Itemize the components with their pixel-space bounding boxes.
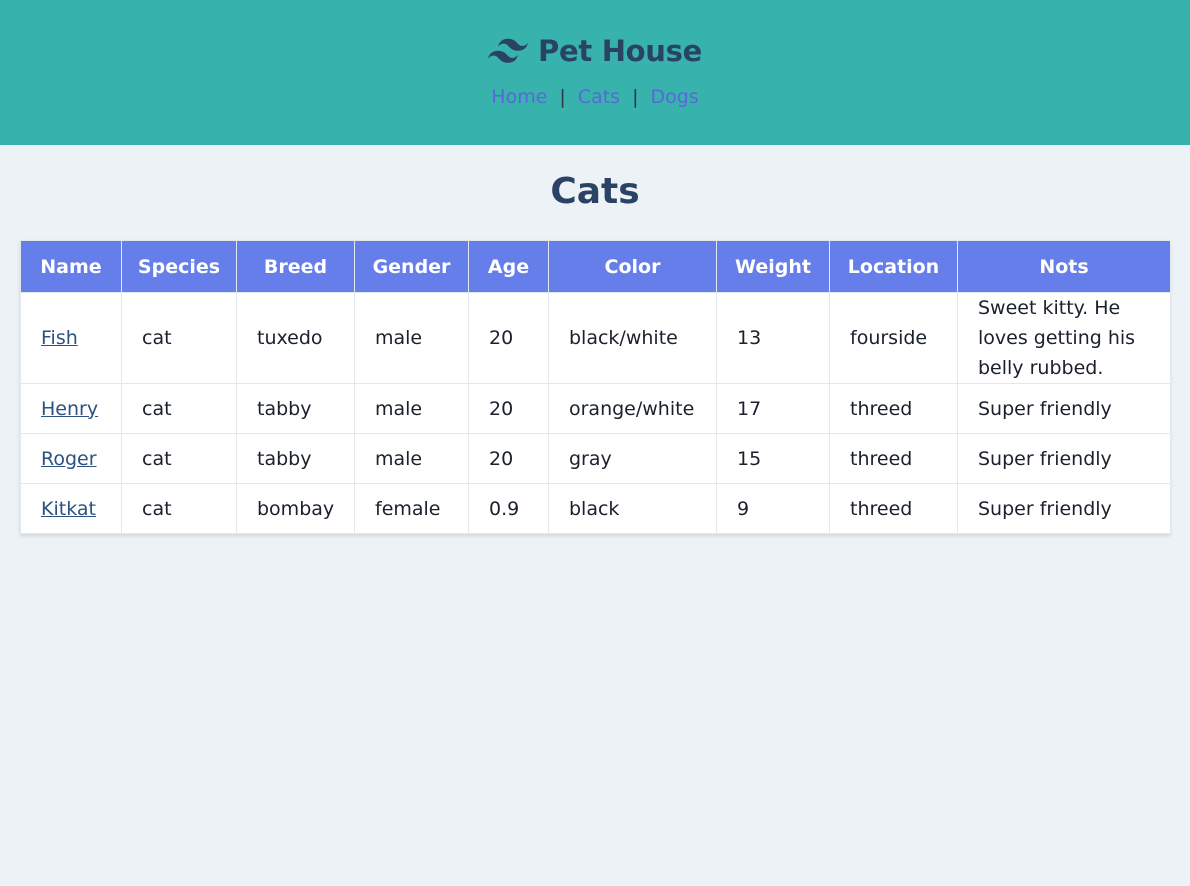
column-header-weight: Weight — [716, 240, 830, 293]
brand[interactable]: Pet House — [488, 34, 702, 68]
cell-notes: Sweet kitty. He loves getting his belly … — [957, 292, 1171, 384]
column-header-notes: Nots — [957, 240, 1171, 293]
cell-weight: 9 — [716, 483, 830, 534]
cell-notes: Super friendly — [957, 483, 1171, 534]
nav-link-home[interactable]: Home — [491, 86, 547, 108]
cell-color: black — [548, 483, 717, 534]
cell-breed: tabby — [236, 383, 355, 434]
nav-link-cats[interactable]: Cats — [578, 86, 620, 108]
cell-name: Henry — [20, 383, 122, 434]
column-header-age: Age — [468, 240, 549, 293]
cat-name-link[interactable]: Roger — [41, 448, 97, 470]
table-row: Roger cat tabby male 20 gray 15 threed S… — [20, 433, 1171, 484]
cell-species: cat — [121, 292, 237, 384]
column-header-color: Color — [548, 240, 717, 293]
cell-notes: Super friendly — [957, 433, 1171, 484]
cell-location: threed — [829, 483, 958, 534]
cell-species: cat — [121, 383, 237, 434]
cell-color: black/white — [548, 292, 717, 384]
cat-name-link[interactable]: Henry — [41, 398, 98, 420]
site-title: Pet House — [538, 34, 702, 68]
cell-gender: male — [354, 433, 469, 484]
cell-gender: male — [354, 292, 469, 384]
column-header-species: Species — [121, 240, 237, 293]
cell-name: Fish — [20, 292, 122, 384]
cat-name-link[interactable]: Fish — [41, 327, 78, 349]
cell-notes: Super friendly — [957, 383, 1171, 434]
cats-table-container: Name Species Breed Gender Age Color Weig… — [20, 240, 1171, 534]
cell-species: cat — [121, 483, 237, 534]
cell-age: 20 — [468, 292, 549, 384]
cell-breed: tuxedo — [236, 292, 355, 384]
cell-name: Roger — [20, 433, 122, 484]
nav-link-dogs[interactable]: Dogs — [650, 86, 698, 108]
cell-location: threed — [829, 433, 958, 484]
column-header-breed: Breed — [236, 240, 355, 293]
cell-breed: tabby — [236, 433, 355, 484]
cell-age: 20 — [468, 433, 549, 484]
table-row: Fish cat tuxedo male 20 black/white 13 f… — [20, 292, 1171, 384]
cell-location: fourside — [829, 292, 958, 384]
cell-gender: female — [354, 483, 469, 534]
cell-age: 0.9 — [468, 483, 549, 534]
cell-age: 20 — [468, 383, 549, 434]
nav-separator: | — [559, 86, 566, 108]
column-header-gender: Gender — [354, 240, 469, 293]
cell-weight: 13 — [716, 292, 830, 384]
cell-location: threed — [829, 383, 958, 434]
column-header-name: Name — [20, 240, 122, 293]
table-row: Kitkat cat bombay female 0.9 black 9 thr… — [20, 483, 1171, 534]
main-nav: Home | Cats | Dogs — [0, 86, 1190, 108]
column-header-location: Location — [829, 240, 958, 293]
nav-separator: | — [632, 86, 639, 108]
cell-weight: 17 — [716, 383, 830, 434]
cell-color: gray — [548, 433, 717, 484]
cell-name: Kitkat — [20, 483, 122, 534]
table-row: Henry cat tabby male 20 orange/white 17 … — [20, 383, 1171, 434]
tailwind-wave-icon — [488, 38, 529, 64]
cell-species: cat — [121, 433, 237, 484]
cat-name-link[interactable]: Kitkat — [41, 498, 96, 520]
cats-table: Name Species Breed Gender Age Color Weig… — [20, 240, 1171, 534]
cell-gender: male — [354, 383, 469, 434]
cell-weight: 15 — [716, 433, 830, 484]
cell-color: orange/white — [548, 383, 717, 434]
cell-breed: bombay — [236, 483, 355, 534]
table-header-row: Name Species Breed Gender Age Color Weig… — [20, 240, 1171, 293]
page-title: Cats — [550, 171, 640, 212]
site-header: Pet House Home | Cats | Dogs — [0, 0, 1190, 145]
